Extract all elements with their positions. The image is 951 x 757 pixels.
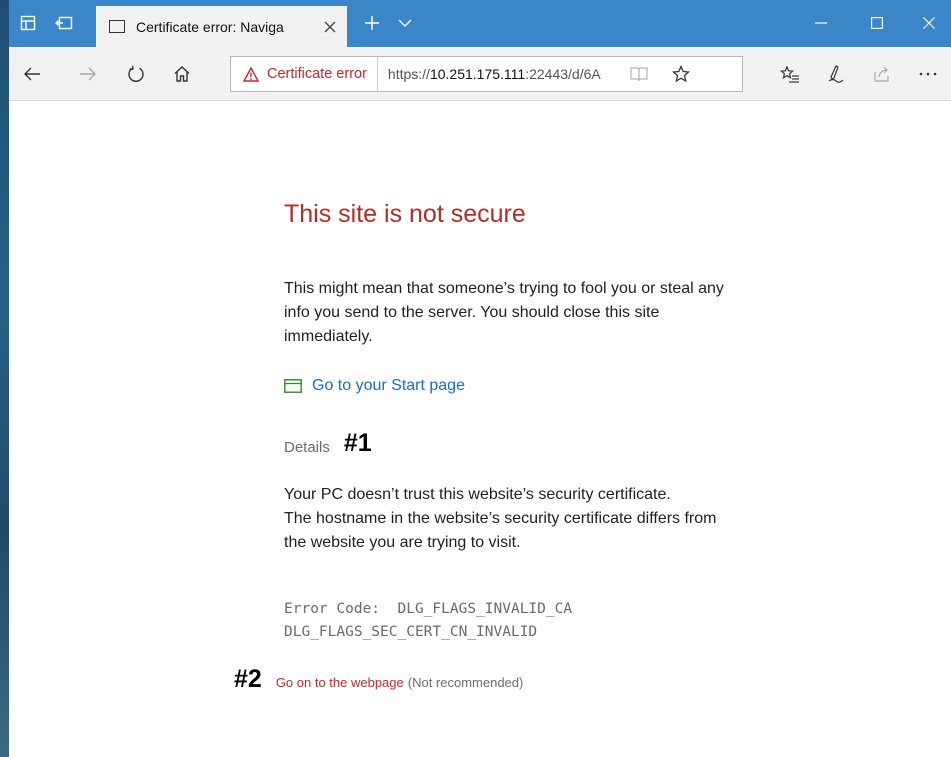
- page-title: This site is not secure: [284, 200, 526, 228]
- pen-notes-icon[interactable]: [822, 59, 852, 89]
- share-icon[interactable]: [867, 59, 897, 89]
- title-bar: Certificate error: Naviga: [9, 0, 951, 47]
- more-menu-icon[interactable]: [913, 59, 943, 89]
- back-arrow-icon[interactable]: [17, 59, 47, 89]
- details-header[interactable]: Details #1: [284, 429, 372, 457]
- error-code-line-2: DLG_FLAGS_SEC_CERT_CN_INVALID: [284, 624, 538, 640]
- go-on-row: #2 Go on to the webpage (Not recommended…: [234, 667, 523, 692]
- warning-triangle-icon: [243, 66, 259, 82]
- navigation-bar: Certificate error https://10.251.175.111…: [9, 47, 951, 101]
- details-line-trust: Your PC doesn’t trust this website’s sec…: [284, 486, 671, 503]
- url-text[interactable]: https://10.251.175.111:22443/d/6A: [388, 66, 624, 82]
- favorite-star-icon[interactable]: [668, 61, 694, 87]
- browser-window: Certificate error: Naviga Certificate er…: [9, 0, 951, 757]
- start-page-link[interactable]: Go to your Start page: [284, 377, 465, 395]
- go-on-to-webpage-link[interactable]: Go on to the webpage: [276, 674, 404, 692]
- address-bar[interactable]: Certificate error https://10.251.175.111…: [230, 56, 743, 92]
- error-page: This site is not secure This might mean …: [9, 102, 951, 757]
- url-prefix: https://: [387, 66, 430, 82]
- desktop-edge: [0, 0, 9, 757]
- maximize-icon[interactable]: [855, 8, 899, 38]
- new-tab-icon[interactable]: [359, 10, 385, 36]
- tabs-aside-icon[interactable]: [49, 8, 79, 38]
- annotation-marker-1: #1: [343, 429, 372, 457]
- details-toggle[interactable]: Details: [284, 439, 330, 456]
- close-tab-icon[interactable]: [320, 17, 340, 37]
- active-tab[interactable]: Certificate error: Naviga: [96, 6, 347, 47]
- certificate-error-label: Certificate error: [267, 66, 367, 82]
- close-window-icon[interactable]: [907, 8, 951, 38]
- not-recommended-note: (Not recommended): [407, 675, 524, 690]
- details-line-hostname: The hostname in the website’s security c…: [284, 510, 717, 551]
- annotation-marker-2: #2: [234, 665, 262, 693]
- forward-arrow-icon[interactable]: [73, 59, 103, 89]
- warning-message: This might mean that someone’s trying to…: [284, 280, 724, 345]
- error-code: Error Code: DLG_FLAGS_INVALID_CA DLG_FLA…: [284, 598, 572, 644]
- set-tabs-aside-icon[interactable]: [13, 8, 43, 38]
- error-code-line-1: Error Code: DLG_FLAGS_INVALID_CA: [284, 601, 573, 617]
- start-page-icon: [284, 379, 302, 393]
- refresh-icon[interactable]: [121, 59, 151, 89]
- start-page-link-text[interactable]: Go to your Start page: [312, 377, 465, 395]
- page-icon: [109, 20, 125, 33]
- certificate-warning[interactable]: Certificate error: [231, 57, 378, 91]
- reading-view-icon[interactable]: [626, 61, 652, 87]
- tab-title: Certificate error: Naviga: [136, 18, 284, 35]
- favorites-hub-icon[interactable]: [775, 59, 805, 89]
- home-icon[interactable]: [167, 59, 197, 89]
- url-rest: :22443/d/6A: [525, 66, 601, 82]
- details-body: Your PC doesn’t trust this website’s sec…: [284, 483, 724, 555]
- url-host: 10.251.175.111: [429, 66, 526, 82]
- chevron-down-icon[interactable]: [393, 10, 417, 36]
- minimize-icon[interactable]: [799, 8, 843, 38]
